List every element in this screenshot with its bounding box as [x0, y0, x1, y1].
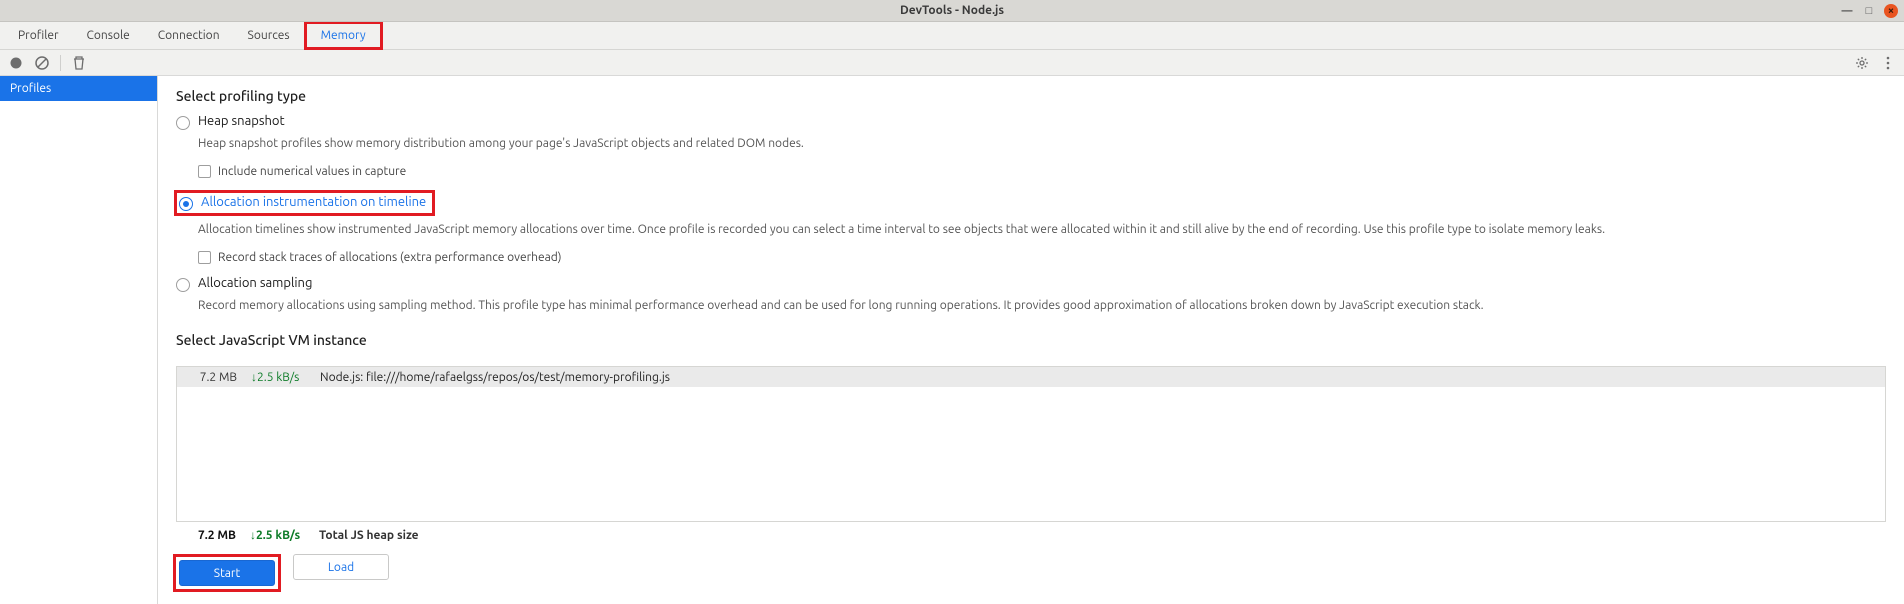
- summary-rate: ↓2.5 kB/s: [250, 528, 305, 542]
- vm-instance-list: 7.2 MB ↓2.5 kB/s Node.js: file:///home/r…: [176, 366, 1886, 522]
- tab-console[interactable]: Console: [73, 22, 144, 49]
- vm-summary-row: 7.2 MB ↓2.5 kB/s Total JS heap size: [176, 522, 1886, 548]
- start-button-highlight: Start: [173, 554, 281, 592]
- tab-memory[interactable]: Memory: [304, 21, 383, 50]
- load-button[interactable]: Load: [293, 554, 389, 580]
- radio-icon[interactable]: [176, 116, 190, 130]
- check-include-numerical[interactable]: Include numerical values in capture: [198, 165, 1886, 178]
- checkbox-icon[interactable]: [198, 251, 211, 264]
- vm-name: Node.js: file:///home/rafaelgss/repos/os…: [320, 371, 670, 384]
- minimize-button[interactable]: —: [1840, 4, 1854, 18]
- tab-profiler[interactable]: Profiler: [4, 22, 73, 49]
- tab-connection[interactable]: Connection: [144, 22, 234, 49]
- checkbox-label: Record stack traces of allocations (extr…: [218, 251, 562, 264]
- action-button-row: Start Load: [176, 554, 1886, 592]
- gear-icon[interactable]: [1854, 55, 1870, 71]
- panel-tabs: Profiler Console Connection Sources Memo…: [0, 22, 1904, 50]
- tab-sources[interactable]: Sources: [234, 22, 304, 49]
- checkbox-icon[interactable]: [198, 165, 211, 178]
- start-button[interactable]: Start: [179, 560, 275, 586]
- window-title: DevTools - Node.js: [900, 4, 1004, 17]
- profiles-sidebar: Profiles: [0, 76, 158, 604]
- toolbar-separator: [60, 55, 61, 71]
- radio-icon[interactable]: [176, 278, 190, 292]
- summary-label: Total JS heap size: [319, 529, 419, 542]
- close-button[interactable]: ×: [1884, 4, 1898, 18]
- option-label: Allocation instrumentation on timeline: [201, 195, 426, 209]
- vm-memory: 7.2 MB: [187, 371, 237, 384]
- memory-toolbar: [0, 50, 1904, 76]
- window-titlebar: DevTools - Node.js — □ ×: [0, 0, 1904, 22]
- more-icon[interactable]: [1880, 55, 1896, 71]
- record-icon[interactable]: [8, 55, 24, 71]
- vm-instance-heading: Select JavaScript VM instance: [176, 332, 1886, 348]
- option-label: Heap snapshot: [198, 114, 285, 128]
- option-allocation-timeline[interactable]: Allocation instrumentation on timeline: [174, 190, 435, 216]
- clear-icon[interactable]: [34, 55, 50, 71]
- option-allocation-sampling[interactable]: Allocation sampling: [176, 276, 1886, 292]
- profiling-type-heading: Select profiling type: [176, 88, 1886, 104]
- option-heap-snapshot[interactable]: Heap snapshot: [176, 114, 1886, 130]
- vm-rate: ↓2.5 kB/s: [251, 370, 306, 384]
- delete-icon[interactable]: [71, 55, 87, 71]
- maximize-button[interactable]: □: [1862, 4, 1876, 18]
- option-label: Allocation sampling: [198, 276, 312, 290]
- summary-memory: 7.2 MB: [186, 529, 236, 542]
- check-record-stack-traces[interactable]: Record stack traces of allocations (extr…: [198, 251, 1886, 264]
- option-alloc-sampling-desc: Record memory allocations using sampling…: [198, 298, 1886, 315]
- checkbox-label: Include numerical values in capture: [218, 165, 406, 178]
- option-heap-desc: Heap snapshot profiles show memory distr…: [198, 136, 1886, 153]
- sidebar-item-profiles[interactable]: Profiles: [0, 76, 157, 101]
- vm-instance-row[interactable]: 7.2 MB ↓2.5 kB/s Node.js: file:///home/r…: [177, 367, 1885, 387]
- radio-icon[interactable]: [179, 197, 193, 211]
- memory-panel-content: Select profiling type Heap snapshot Heap…: [158, 76, 1904, 604]
- option-alloc-timeline-desc: Allocation timelines show instrumented J…: [198, 222, 1886, 239]
- window-controls: — □ ×: [1840, 4, 1898, 18]
